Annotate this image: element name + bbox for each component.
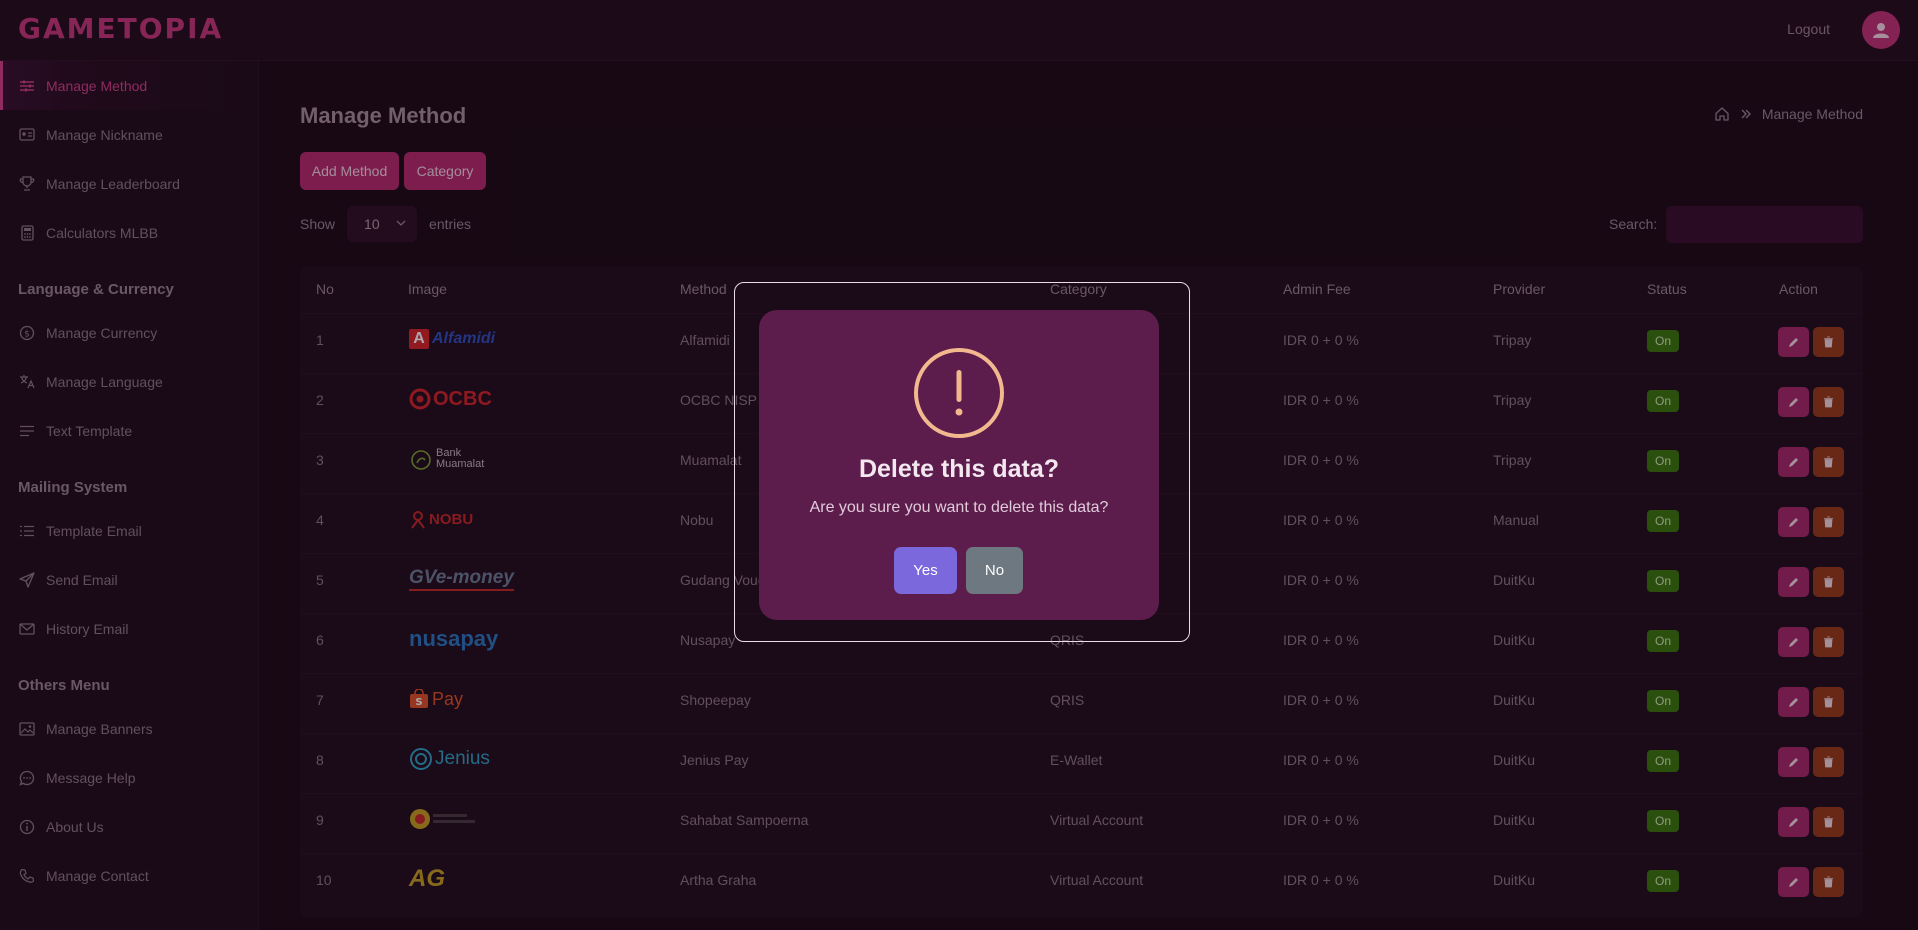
confirm-yes-button[interactable]: Yes xyxy=(894,547,957,594)
delete-confirm-dialog: Delete this data? Are you sure you want … xyxy=(759,310,1159,620)
exclamation-icon xyxy=(914,348,1004,438)
dialog-message: Are you sure you want to delete this dat… xyxy=(809,499,1109,516)
dialog-title: Delete this data? xyxy=(858,455,1060,483)
confirm-no-button[interactable]: No xyxy=(966,547,1023,594)
